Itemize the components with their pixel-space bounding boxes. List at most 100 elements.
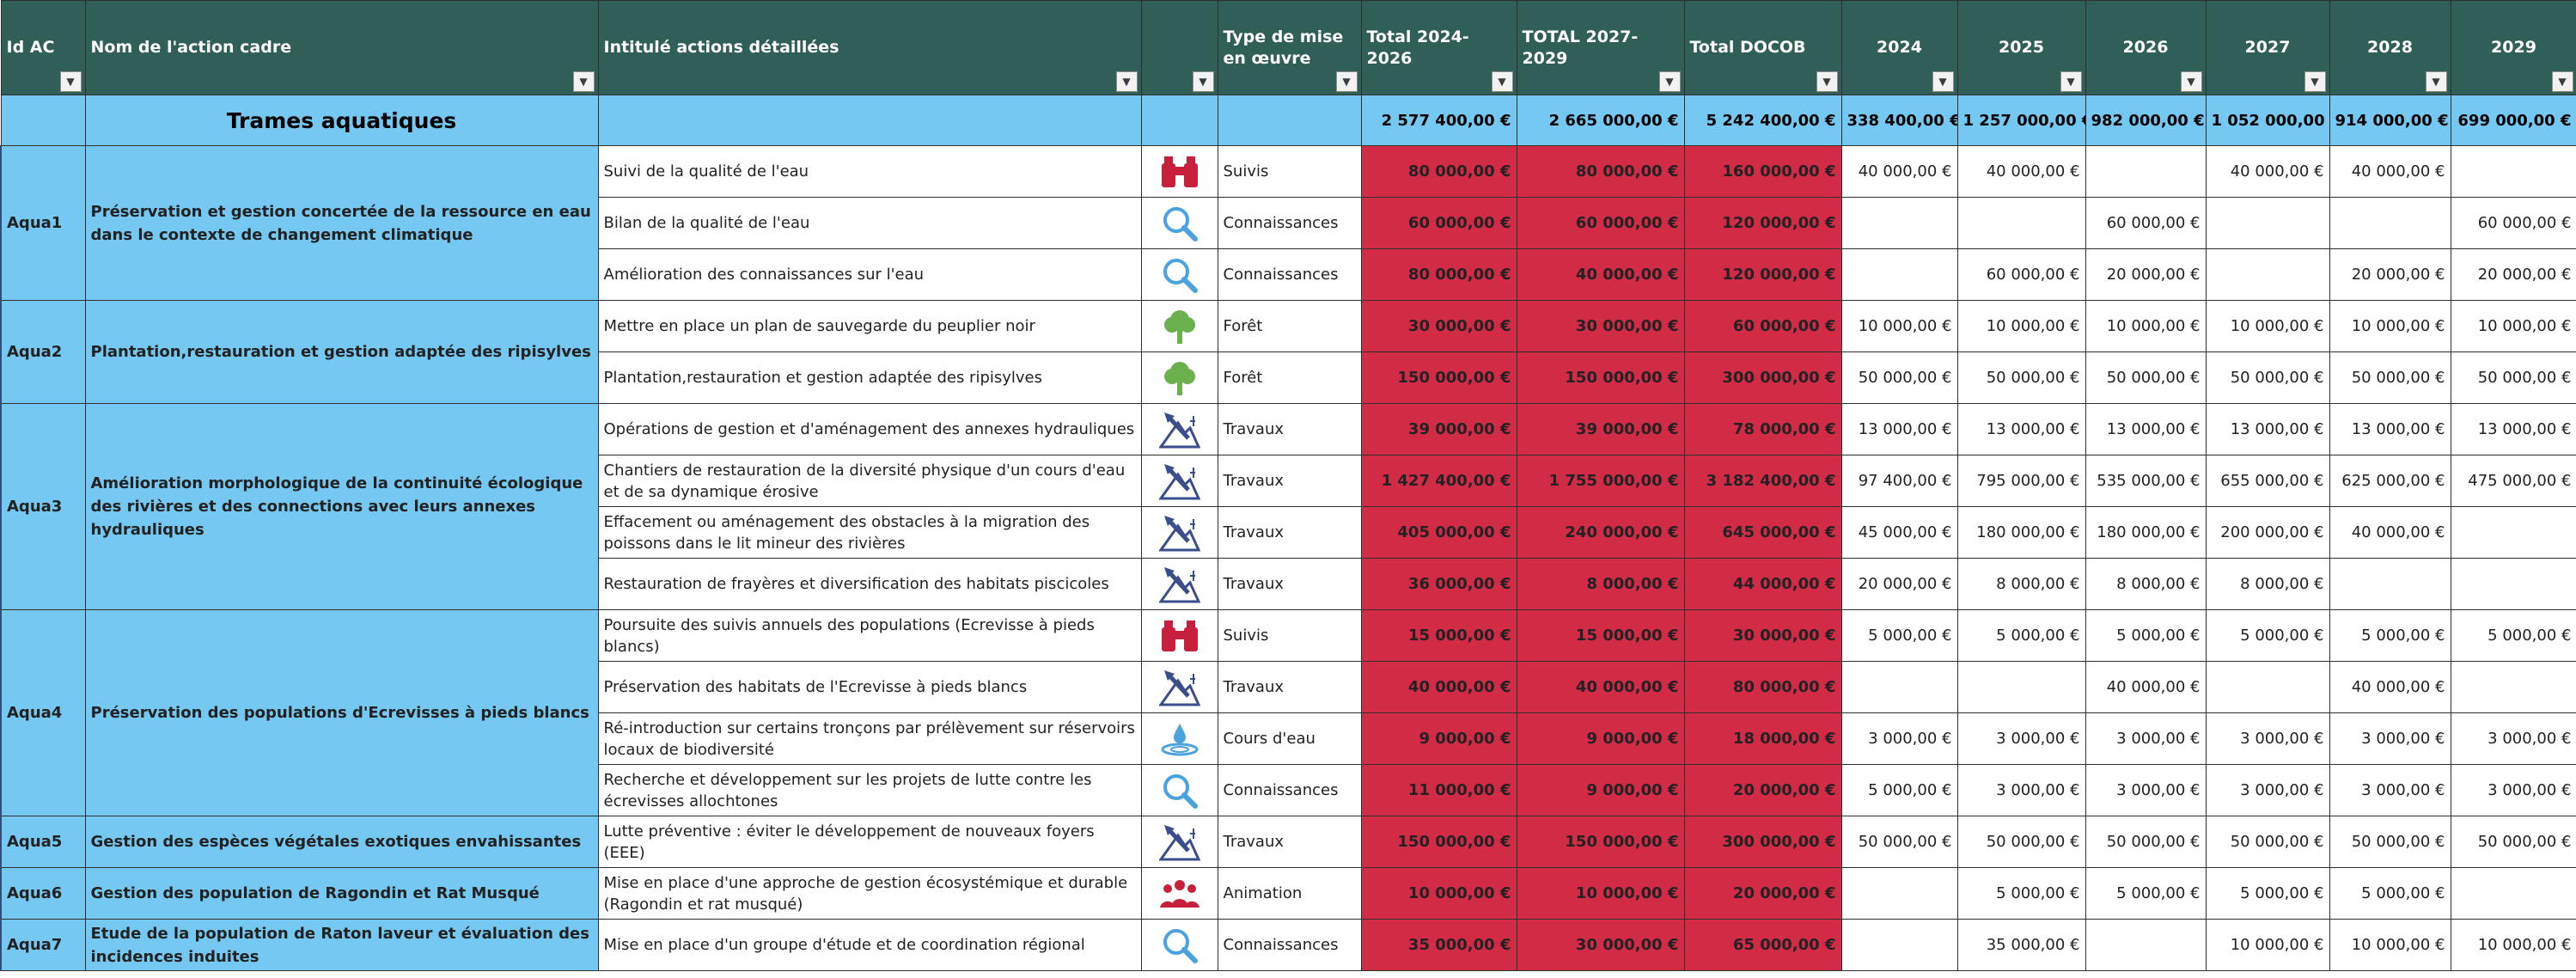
action-detail[interactable]: Restauration de frayères et diversificat… <box>597 558 1142 610</box>
filter-dropdown-icon[interactable]: ▼ <box>1658 71 1681 92</box>
category-total-2024[interactable]: 338 400,00 € <box>1840 95 1958 146</box>
amount-2024[interactable]: 45 000,00 € <box>1840 506 1958 559</box>
amount-2025[interactable]: 8 000,00 € <box>1956 558 2086 610</box>
amount-2027[interactable]: 655 000,00 € <box>2205 455 2330 507</box>
total-2024-2026[interactable]: 15 000,00 € <box>1360 609 1517 662</box>
amount-2025[interactable]: 3 000,00 € <box>1956 764 2086 816</box>
total-2024-2026[interactable]: 80 000,00 € <box>1360 248 1517 301</box>
type-mise-en-oeuvre[interactable]: Forêt <box>1217 351 1362 404</box>
total-2027-2029[interactable]: 10 000,00 € <box>1516 867 1685 920</box>
amount-2028[interactable]: 20 000,00 € <box>2329 248 2451 301</box>
amount-2027[interactable]: 10 000,00 € <box>2205 300 2330 352</box>
total-docob[interactable]: 18 000,00 € <box>1683 712 1842 765</box>
amount-2026[interactable]: 180 000,00 € <box>2085 506 2207 559</box>
total-2024-2026[interactable]: 405 000,00 € <box>1360 506 1517 559</box>
amount-2029[interactable]: 60 000,00 € <box>2450 197 2576 249</box>
category-total-2024-2026[interactable]: 2 577 400,00 € <box>1360 95 1517 146</box>
total-docob[interactable]: 44 000,00 € <box>1683 558 1842 610</box>
amount-2024[interactable] <box>1840 867 1958 920</box>
amount-2028[interactable] <box>2329 197 2451 249</box>
total-docob[interactable]: 300 000,00 € <box>1683 351 1842 404</box>
amount-2024[interactable]: 50 000,00 € <box>1840 351 1958 404</box>
category-total-2027[interactable]: 1 052 000,00 € <box>2205 95 2330 146</box>
amount-2027[interactable]: 200 000,00 € <box>2205 506 2330 559</box>
amount-2029[interactable]: 5 000,00 € <box>2450 609 2576 662</box>
amount-2025[interactable]: 180 000,00 € <box>1956 506 2086 559</box>
amount-2029[interactable] <box>2450 506 2576 559</box>
filter-dropdown-icon[interactable]: ▼ <box>2180 71 2202 92</box>
amount-2029[interactable]: 50 000,00 € <box>2450 351 2576 404</box>
type-mise-en-oeuvre[interactable]: Travaux <box>1217 403 1362 455</box>
total-docob[interactable]: 60 000,00 € <box>1683 300 1842 352</box>
amount-2028[interactable]: 625 000,00 € <box>2329 455 2451 507</box>
total-docob[interactable]: 160 000,00 € <box>1683 145 1842 198</box>
total-2024-2026[interactable]: 150 000,00 € <box>1360 816 1517 868</box>
amount-2029[interactable]: 10 000,00 € <box>2450 300 2576 352</box>
filter-dropdown-icon[interactable]: ▼ <box>1335 71 1358 92</box>
action-detail[interactable]: Suivi de la qualité de l'eau <box>597 145 1142 198</box>
amount-2024[interactable]: 10 000,00 € <box>1840 300 1958 352</box>
type-mise-en-oeuvre[interactable]: Cours d'eau <box>1217 712 1362 765</box>
total-2027-2029[interactable]: 30 000,00 € <box>1516 919 1685 971</box>
amount-2029[interactable] <box>2450 145 2576 198</box>
amount-2029[interactable]: 20 000,00 € <box>2450 248 2576 301</box>
total-2024-2026[interactable]: 11 000,00 € <box>1360 764 1517 816</box>
total-2024-2026[interactable]: 150 000,00 € <box>1360 351 1517 404</box>
amount-2026[interactable]: 8 000,00 € <box>2085 558 2207 610</box>
amount-2029[interactable] <box>2450 867 2576 920</box>
amount-2027[interactable]: 40 000,00 € <box>2205 145 2330 198</box>
total-2024-2026[interactable]: 35 000,00 € <box>1360 919 1517 971</box>
amount-2026[interactable]: 20 000,00 € <box>2085 248 2207 301</box>
type-mise-en-oeuvre[interactable]: Animation <box>1217 867 1362 920</box>
total-docob[interactable]: 80 000,00 € <box>1683 661 1842 713</box>
total-2027-2029[interactable]: 1 755 000,00 € <box>1516 455 1685 507</box>
category-total-2029[interactable]: 699 000,00 € <box>2450 95 2576 146</box>
amount-2029[interactable]: 3 000,00 € <box>2450 764 2576 816</box>
amount-2028[interactable]: 10 000,00 € <box>2329 919 2451 971</box>
amount-2028[interactable]: 13 000,00 € <box>2329 403 2451 455</box>
total-2024-2026[interactable]: 80 000,00 € <box>1360 145 1517 198</box>
filter-dropdown-icon[interactable]: ▼ <box>1816 71 1838 92</box>
action-detail[interactable]: Recherche et développement sur les proje… <box>597 764 1142 816</box>
amount-2024[interactable]: 97 400,00 € <box>1840 455 1958 507</box>
amount-2028[interactable]: 3 000,00 € <box>2329 712 2451 765</box>
amount-2026[interactable]: 535 000,00 € <box>2085 455 2207 507</box>
amount-2026[interactable] <box>2085 919 2207 971</box>
total-docob[interactable]: 300 000,00 € <box>1683 816 1842 868</box>
type-mise-en-oeuvre[interactable]: Travaux <box>1217 661 1362 713</box>
action-detail[interactable]: Plantation,restauration et gestion adapt… <box>597 351 1142 404</box>
amount-2026[interactable]: 50 000,00 € <box>2085 351 2207 404</box>
amount-2025[interactable]: 10 000,00 € <box>1956 300 2086 352</box>
total-2024-2026[interactable]: 10 000,00 € <box>1360 867 1517 920</box>
total-docob[interactable]: 65 000,00 € <box>1683 919 1842 971</box>
amount-2029[interactable] <box>2450 661 2576 713</box>
total-2027-2029[interactable]: 8 000,00 € <box>1516 558 1685 610</box>
amount-2024[interactable] <box>1840 197 1958 249</box>
amount-2027[interactable]: 3 000,00 € <box>2205 712 2330 765</box>
action-detail[interactable]: Amélioration des connaissances sur l'eau <box>597 248 1142 301</box>
amount-2028[interactable]: 40 000,00 € <box>2329 506 2451 559</box>
amount-2027[interactable] <box>2205 197 2330 249</box>
total-2024-2026[interactable]: 9 000,00 € <box>1360 712 1517 765</box>
amount-2026[interactable]: 3 000,00 € <box>2085 712 2207 765</box>
amount-2026[interactable]: 50 000,00 € <box>2085 816 2207 868</box>
filter-dropdown-icon[interactable]: ▼ <box>2551 71 2573 92</box>
amount-2026[interactable]: 13 000,00 € <box>2085 403 2207 455</box>
type-mise-en-oeuvre[interactable]: Travaux <box>1217 816 1362 868</box>
filter-dropdown-icon[interactable]: ▼ <box>1115 71 1138 92</box>
category-total-2027-2029[interactable]: 2 665 000,00 € <box>1516 95 1685 146</box>
total-2024-2026[interactable]: 39 000,00 € <box>1360 403 1517 455</box>
amount-2025[interactable]: 60 000,00 € <box>1956 248 2086 301</box>
filter-dropdown-icon[interactable]: ▼ <box>59 71 82 92</box>
category-total-2025[interactable]: 1 257 000,00 € <box>1956 95 2086 146</box>
amount-2027[interactable]: 3 000,00 € <box>2205 764 2330 816</box>
total-docob[interactable]: 120 000,00 € <box>1683 248 1842 301</box>
total-2027-2029[interactable]: 9 000,00 € <box>1516 712 1685 765</box>
amount-2025[interactable]: 795 000,00 € <box>1956 455 2086 507</box>
action-detail[interactable]: Mise en place d'une approche de gestion … <box>597 867 1142 920</box>
amount-2025[interactable]: 50 000,00 € <box>1956 816 2086 868</box>
amount-2027[interactable] <box>2205 661 2330 713</box>
amount-2027[interactable]: 5 000,00 € <box>2205 609 2330 662</box>
amount-2025[interactable]: 3 000,00 € <box>1956 712 2086 765</box>
action-detail[interactable]: Chantiers de restauration de la diversit… <box>597 455 1142 507</box>
